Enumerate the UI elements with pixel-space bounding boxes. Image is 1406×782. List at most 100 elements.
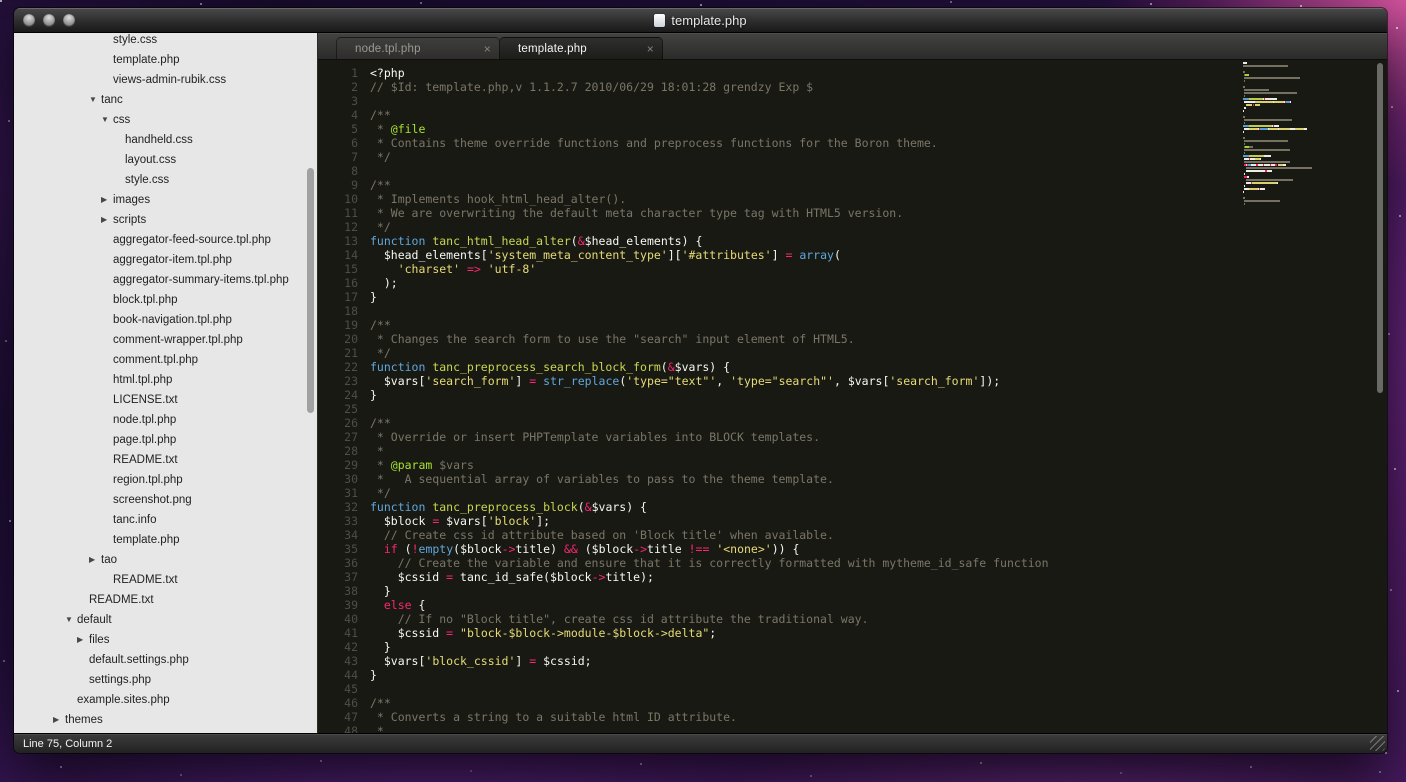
minimap[interactable] [1243, 62, 1373, 206]
code-token: title); [605, 570, 653, 584]
minimap-line [1243, 65, 1373, 67]
code-token: 'system_meta_content_type' [488, 248, 668, 262]
minimap-line [1243, 146, 1373, 148]
tree-item[interactable]: template.php [14, 530, 317, 550]
tree-item[interactable]: ▶themes [14, 710, 317, 730]
window-titlebar[interactable]: template.php [14, 8, 1387, 33]
minimap-line [1243, 119, 1373, 121]
tree-item[interactable]: ▶files [14, 630, 317, 650]
line-number: 34 [318, 528, 358, 542]
code-line: 3 [318, 94, 1387, 108]
code-line: 29 * @param $vars [318, 458, 1387, 472]
tree-item[interactable]: README.txt [14, 450, 317, 470]
tree-item[interactable]: template.php [14, 50, 317, 70]
close-tab-icon[interactable]: × [484, 42, 491, 56]
code-line: 21 */ [318, 346, 1387, 360]
code-token: , [716, 374, 730, 388]
close-tab-icon[interactable]: × [647, 42, 654, 56]
code-token: * Changes the search form to use the "se… [370, 332, 855, 346]
file-tree-sidebar[interactable]: style.csstemplate.phpviews-admin-rubik.c… [14, 33, 318, 733]
tree-item[interactable]: ▼default [14, 610, 317, 630]
code-token: ]; [536, 514, 550, 528]
tree-item[interactable]: ▼css [14, 110, 317, 130]
file-name: style.css [125, 170, 169, 190]
tree-item[interactable]: ▶scripts [14, 210, 317, 230]
tree-item[interactable]: LICENSE.txt [14, 390, 317, 410]
tree-item[interactable]: book-navigation.tpl.php [14, 310, 317, 330]
code-token: title) [515, 542, 563, 556]
line-number: 15 [318, 262, 358, 276]
tab-node.tpl.php[interactable]: node.tpl.php × [336, 37, 500, 59]
code-token: 'utf-8' [488, 262, 536, 276]
document-icon [654, 14, 665, 27]
code-token: else [384, 598, 412, 612]
close-window-icon[interactable] [23, 14, 35, 26]
code-token: -> [633, 542, 647, 556]
editor-scrollbar[interactable] [1377, 63, 1383, 393]
tree-item[interactable]: comment-wrapper.tpl.php [14, 330, 317, 350]
tree-item[interactable]: ▶tao [14, 550, 317, 570]
code-editor[interactable]: 1<?php2// $Id: template.php,v 1.1.2.7 20… [318, 60, 1387, 733]
window-title-area: template.php [654, 13, 746, 28]
tree-item[interactable]: style.css [14, 170, 317, 190]
disclosure-right-icon[interactable]: ▶ [53, 710, 65, 730]
zoom-window-icon[interactable] [63, 14, 75, 26]
code-token: $cssid [370, 626, 446, 640]
minimap-line [1243, 131, 1373, 133]
tree-item[interactable]: html.tpl.php [14, 370, 317, 390]
minimap-line [1243, 164, 1373, 166]
sidebar-scrollbar[interactable] [307, 168, 314, 413]
disclosure-right-icon[interactable]: ▶ [101, 190, 113, 210]
tree-item[interactable]: views-admin-rubik.css [14, 70, 317, 90]
tab-template.php[interactable]: template.php× [499, 37, 663, 59]
disclosure-down-icon[interactable]: ▼ [89, 90, 101, 110]
minimize-window-icon[interactable] [43, 14, 55, 26]
tree-item[interactable]: README.txt [14, 570, 317, 590]
line-number: 48 [318, 724, 358, 733]
tree-item[interactable]: screenshot.png [14, 490, 317, 510]
tree-item[interactable]: aggregator-item.tpl.php [14, 250, 317, 270]
tree-item[interactable]: node.tpl.php [14, 410, 317, 430]
code-token: -> [502, 542, 516, 556]
code-line: 32function tanc_preprocess_block(&$vars)… [318, 500, 1387, 514]
tree-item[interactable]: aggregator-feed-source.tpl.php [14, 230, 317, 250]
tree-item[interactable]: layout.css [14, 150, 317, 170]
disclosure-right-icon[interactable]: ▶ [77, 630, 89, 650]
tree-item[interactable]: ▼tanc [14, 90, 317, 110]
disclosure-down-icon[interactable]: ▼ [65, 610, 77, 630]
code-token: @file [391, 122, 426, 136]
code-token: ( [834, 248, 841, 262]
line-number: 1 [318, 66, 358, 80]
tab-title: node.tpl.php [349, 43, 478, 55]
code-token: * Override or insert PHPTemplate variabl… [370, 430, 820, 444]
code-line: 26/** [318, 416, 1387, 430]
tree-item[interactable]: default.settings.php [14, 650, 317, 670]
tree-item[interactable]: README.txt [14, 590, 317, 610]
tree-item[interactable]: settings.php [14, 670, 317, 690]
tree-item[interactable]: aggregator-summary-items.tpl.php [14, 270, 317, 290]
code-token: } [370, 584, 391, 598]
tree-item[interactable]: example.sites.php [14, 690, 317, 710]
code-token: tanc_html_head_alter [432, 234, 570, 248]
cursor-position: Line 75, Column 2 [23, 738, 112, 750]
tree-item[interactable]: page.tpl.php [14, 430, 317, 450]
resize-grip-icon[interactable] [1370, 736, 1385, 751]
code-line: 35 if (!empty($block->title) && ($block-… [318, 542, 1387, 556]
tree-item[interactable]: handheld.css [14, 130, 317, 150]
tree-item[interactable]: block.tpl.php [14, 290, 317, 310]
tree-item[interactable]: comment.tpl.php [14, 350, 317, 370]
minimap-line [1243, 185, 1373, 187]
disclosure-right-icon[interactable]: ▶ [89, 550, 101, 570]
tree-item[interactable]: region.tpl.php [14, 470, 317, 490]
code-line: 13function tanc_html_head_alter(&$head_e… [318, 234, 1387, 248]
tree-item[interactable]: style.css [14, 33, 317, 50]
tree-item[interactable]: ▶images [14, 190, 317, 210]
disclosure-right-icon[interactable]: ▶ [101, 210, 113, 230]
tree-item[interactable]: tanc.info [14, 510, 317, 530]
code-token: title [647, 542, 689, 556]
disclosure-down-icon[interactable]: ▼ [101, 110, 113, 130]
minimap-line [1243, 92, 1373, 94]
line-number: 44 [318, 668, 358, 682]
file-name: scripts [113, 210, 146, 230]
code-token: 'type="text"' [626, 374, 716, 388]
